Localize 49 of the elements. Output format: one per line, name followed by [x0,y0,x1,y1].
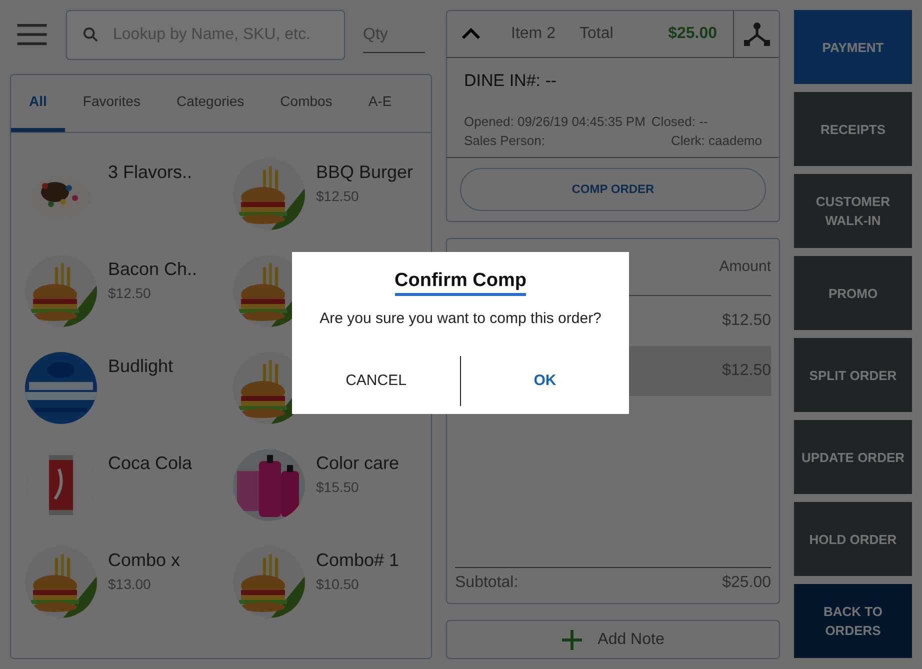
action-button[interactable]: HOLD ORDER [794,502,912,576]
closed-time: Closed: -- [651,112,709,130]
action-button[interactable]: BACK TO ORDERS [794,584,912,658]
item-count: Item 2 [511,24,556,44]
product-price: $13.00 [108,575,152,594]
product-name: Bacon Ch.. [108,258,198,281]
clerk-name: Clerk: caademo [670,132,762,150]
subtotal-amount: $25.00 [722,573,771,593]
category-tab[interactable]: All [11,75,65,132]
action-button[interactable]: CUSTOMER WALK-IN [794,174,912,248]
total-label: Total [579,24,614,44]
product-price: $10.50 [316,575,360,594]
add-note-button[interactable]: Add Note [446,620,780,659]
product-price: $12.50 [316,187,360,206]
product-price: $15.50 [316,478,360,497]
product-name: Budlight [108,355,174,378]
cancel-button[interactable]: CANCEL [292,356,460,406]
split-icon[interactable] [744,22,770,46]
category-tab[interactable]: Favorites [64,75,158,132]
product-name: BBQ Burger [316,161,414,184]
chevron-up-icon[interactable] [461,28,481,40]
product-name: 3 Flavors.. [108,161,192,184]
amount-header: Amount [719,256,771,277]
action-button[interactable]: RECEIPTS [794,92,912,166]
sales-person: Sales Person: [464,132,546,150]
dialog-title: Confirm Comp [394,269,526,296]
ok-button[interactable]: OK [461,356,629,406]
category-tab[interactable]: Categories [158,75,262,132]
opened-time: Opened: 09/26/19 04:45:35 PM [464,112,646,130]
dine-in-number: DINE IN#: -- [464,70,558,92]
search-icon [83,27,98,42]
product-name: Color care [316,452,400,475]
total-amount: $25.00 [668,24,717,44]
action-button[interactable]: SPLIT ORDER [794,338,912,412]
action-button[interactable]: UPDATE ORDER [794,420,912,494]
product-price: $12.50 [108,284,152,303]
dialog-message: Are you sure you want to comp this order? [320,309,602,329]
line-amount: $12.50 [722,311,771,331]
menu-icon[interactable] [16,24,48,46]
subtotal-label: Subtotal: [455,573,518,593]
comp-order-button[interactable]: COMP ORDER [460,168,766,210]
category-tab[interactable]: Combos [262,75,350,132]
action-button[interactable]: PAYMENT [794,10,912,84]
plus-icon [562,630,582,650]
product-name: Coca Cola [108,452,192,475]
product-name: Combo# 1 [316,549,400,572]
product-name: Combo x [108,549,180,572]
category-tab[interactable]: A-E [350,75,410,132]
action-button[interactable]: PROMO [794,256,912,330]
